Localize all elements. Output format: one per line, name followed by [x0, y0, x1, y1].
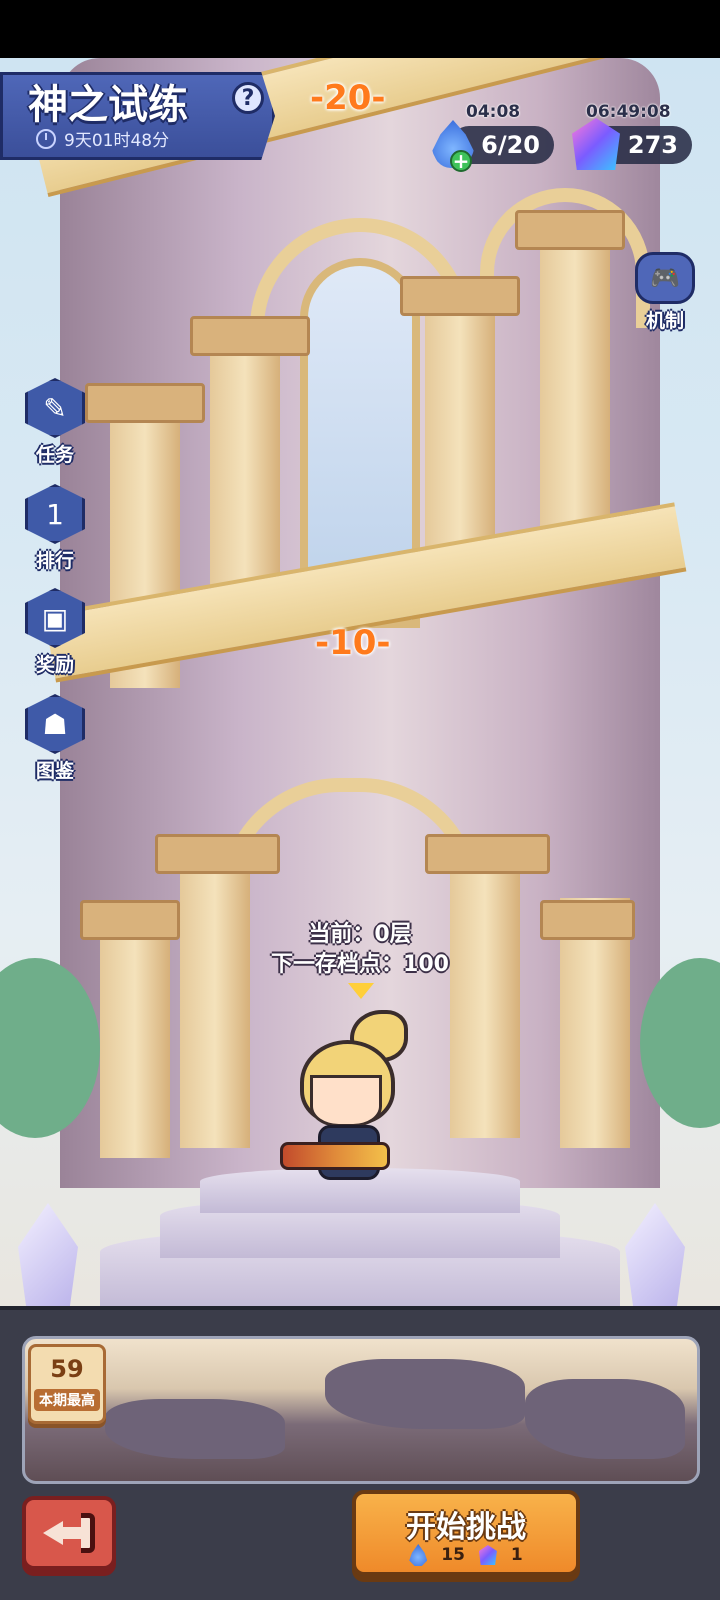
exit-arrow-icon: [43, 1513, 95, 1553]
gem-timer: 06:49:08: [586, 102, 671, 122]
side-item-rewards[interactable]: ▣ 奖励: [20, 588, 90, 677]
pillar-cap: [155, 834, 280, 874]
clipboard-icon: ✎: [25, 378, 85, 438]
monster-book-icon: ☗: [25, 694, 85, 754]
start-challenge-button[interactable]: 开始挑战 15 1: [352, 1490, 580, 1576]
stage-preview: [22, 1336, 700, 1484]
crystal-gem-icon: [478, 1545, 497, 1565]
status-bar: [0, 0, 720, 58]
cost-gem: 1: [510, 1545, 523, 1565]
pillar-cap: [85, 383, 205, 423]
floor-marker-10: -10-: [315, 623, 391, 663]
chest-icon: ▣: [25, 588, 85, 648]
rock: [325, 1359, 525, 1429]
mechanics-label: 机制: [645, 310, 684, 332]
next-save-text: 下一存档点：100: [271, 952, 449, 977]
pillar-cap: [515, 210, 625, 250]
countdown-text: 9天01时48分: [64, 131, 170, 151]
side-item-label: 图鉴: [35, 760, 74, 782]
floor-marker-20: -20-: [310, 78, 386, 118]
pillar-cap: [400, 276, 520, 316]
pillar: [210, 328, 280, 588]
energy-timer: 04:08: [466, 102, 521, 122]
side-item-tasks[interactable]: ✎ 任务: [20, 378, 90, 467]
pillar-cap: [190, 316, 310, 356]
pillar: [450, 838, 520, 1138]
side-item-label: 排行: [35, 550, 74, 572]
back-button[interactable]: [22, 1496, 116, 1570]
question-icon[interactable]: ?: [232, 82, 264, 114]
challenge-cost: 15 1: [356, 1544, 576, 1566]
start-challenge-label: 开始挑战: [406, 1510, 526, 1545]
event-countdown: 9天01时48分: [36, 126, 169, 151]
podium-icon: 1: [25, 484, 85, 544]
blue-flame-icon: [409, 1544, 428, 1566]
down-arrow-icon: [348, 983, 374, 999]
side-item-label: 奖励: [35, 654, 74, 676]
mechanics-button[interactable]: 🎮 机制: [630, 252, 700, 333]
cost-energy: 15: [441, 1545, 465, 1565]
side-item-codex[interactable]: ☗ 图鉴: [20, 694, 90, 783]
current-floor-text: 当前：0层: [308, 922, 412, 947]
season-best-value: 59: [50, 1355, 84, 1383]
rock: [525, 1379, 685, 1459]
pillar: [540, 228, 610, 528]
gem-value: 273: [627, 131, 678, 159]
crystal-decoration: [18, 1203, 78, 1306]
side-item-label: 任务: [35, 444, 74, 466]
energy-value: 6/20: [481, 131, 540, 159]
gamepad-icon: 🎮: [635, 252, 695, 304]
player-character: [280, 1010, 420, 1200]
stopwatch-icon: [36, 128, 56, 149]
season-best-badge: 59 本期最高: [28, 1344, 106, 1424]
season-best-label: 本期最高: [34, 1389, 100, 1411]
page-title: 神之试练: [28, 82, 188, 128]
pillar-cap: [425, 834, 550, 874]
crystal-decoration: [625, 1203, 685, 1306]
add-energy-icon[interactable]: +: [450, 149, 472, 173]
rock: [105, 1399, 285, 1459]
side-item-ranking[interactable]: 1 排行: [20, 484, 90, 573]
pillar: [180, 848, 250, 1148]
